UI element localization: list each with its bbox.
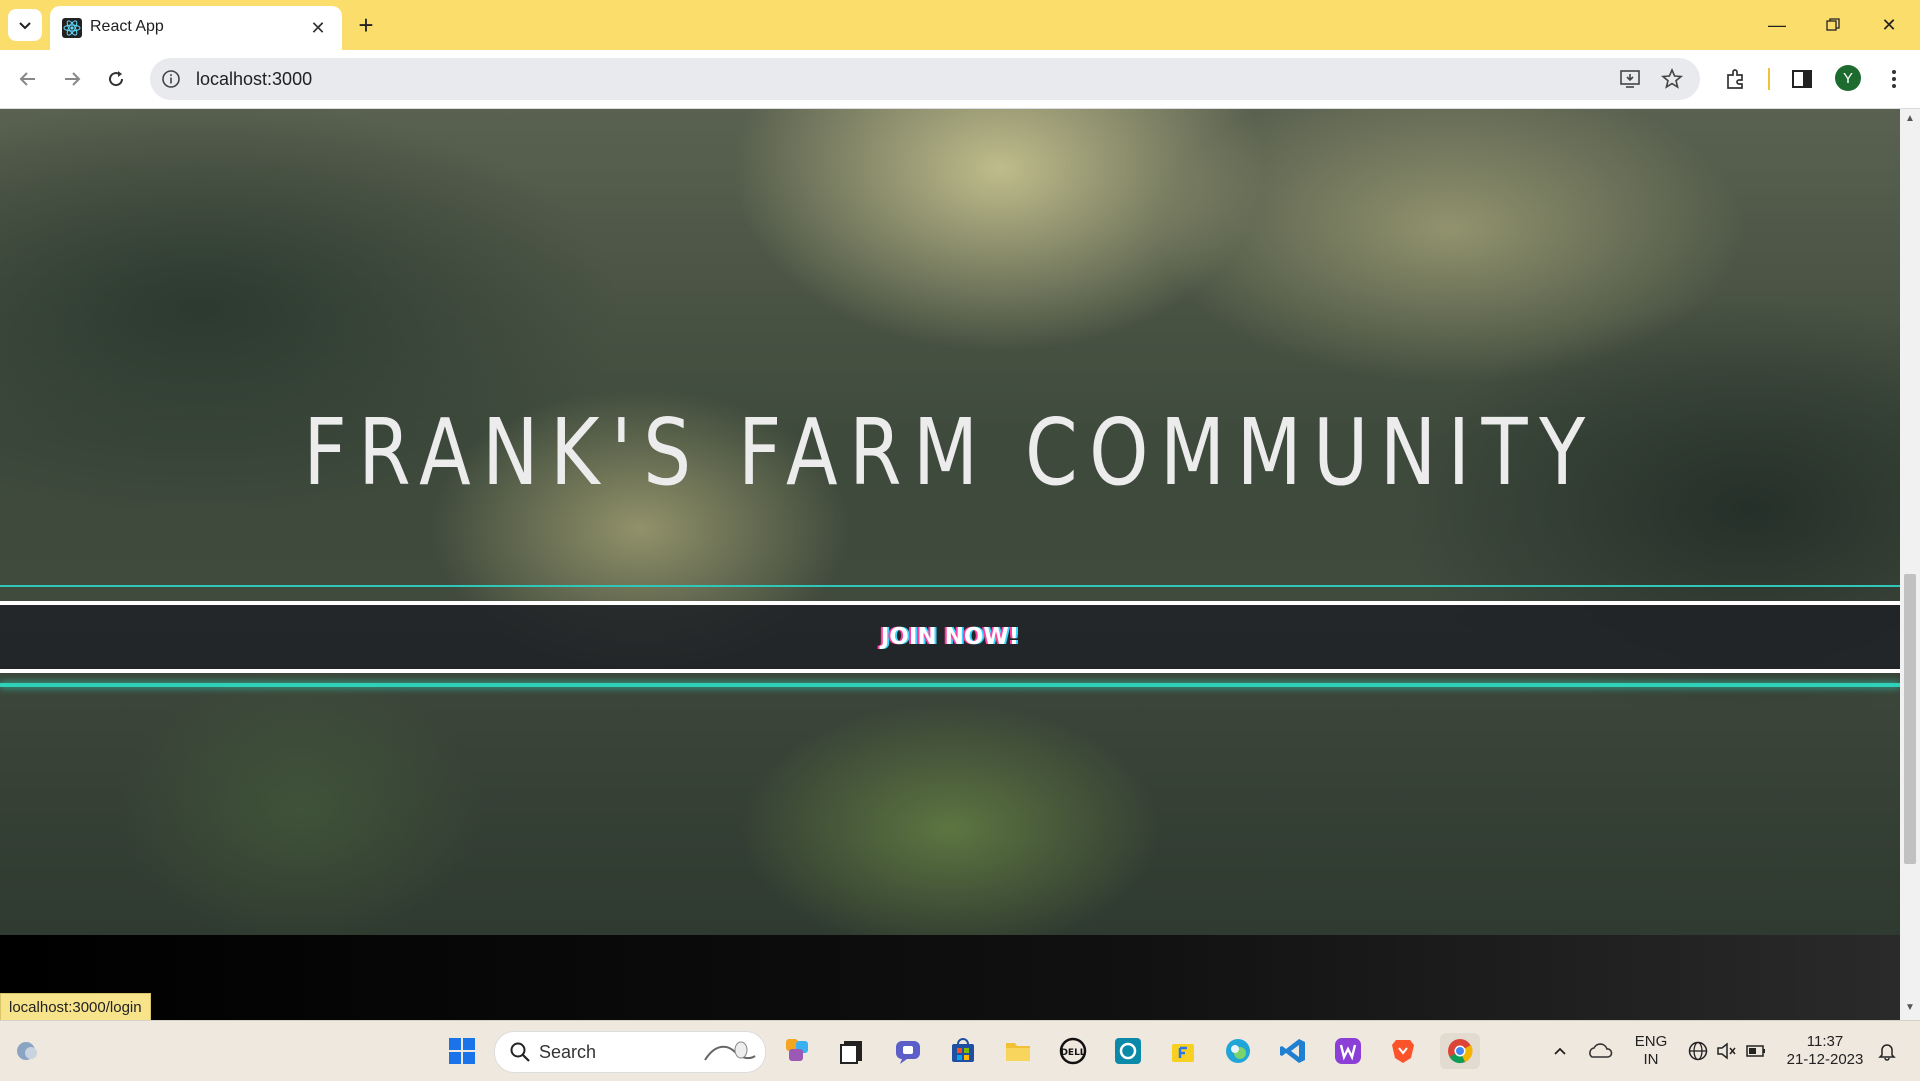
toolbar-separator: [1768, 68, 1770, 90]
copilot-icon[interactable]: [780, 1033, 816, 1069]
hero-section: FRANK'S FARM COMMUNITY JOIN NOW!: [0, 109, 1900, 935]
back-button[interactable]: [12, 63, 44, 95]
restore-button[interactable]: [1810, 10, 1856, 40]
clock-time: 11:37: [1806, 1033, 1844, 1050]
taskbar-search[interactable]: Search: [494, 1031, 766, 1073]
browser-toolbar: localhost:3000 Y: [0, 50, 1920, 109]
url-text: localhost:3000: [196, 69, 313, 89]
page-scrollbar[interactable]: ▲ ▼: [1900, 109, 1920, 1020]
dell-icon[interactable]: DELL: [1055, 1033, 1091, 1069]
search-icon: [510, 1042, 530, 1062]
page-viewport: FRANK'S FARM COMMUNITY JOIN NOW!: [0, 109, 1900, 1020]
new-tab-button[interactable]: +: [352, 10, 380, 40]
scroll-up-icon[interactable]: ▲: [1904, 113, 1916, 125]
support-assist-icon[interactable]: [1110, 1033, 1146, 1069]
browser-titlebar: React App ✕ + — ✕: [0, 0, 1920, 50]
page-footer: [0, 935, 1900, 1020]
close-window-button[interactable]: ✕: [1866, 10, 1912, 40]
reload-button[interactable]: [100, 63, 132, 95]
windows-icon: [449, 1038, 475, 1064]
start-button[interactable]: [444, 1033, 480, 1069]
accent-line-top: [0, 585, 1900, 587]
task-view-icon[interactable]: [834, 1033, 870, 1069]
more-menu-icon[interactable]: [1882, 67, 1906, 91]
extensions-icon[interactable]: [1724, 67, 1748, 91]
clock[interactable]: 11:37 21-12-2023: [1782, 1033, 1868, 1069]
close-tab-icon[interactable]: ✕: [306, 16, 330, 40]
vscode-icon[interactable]: [1275, 1033, 1311, 1069]
microsoft-store-icon[interactable]: [945, 1033, 981, 1069]
weather-icon[interactable]: [10, 1033, 46, 1069]
install-app-icon[interactable]: [1618, 67, 1642, 91]
chevron-down-icon: [19, 22, 31, 30]
side-panel-icon[interactable]: [1790, 67, 1814, 91]
svg-text:DELL: DELL: [1060, 1048, 1085, 1058]
accent-glow-line: [0, 683, 1900, 687]
info-icon[interactable]: [160, 68, 182, 90]
arrow-right-icon: [65, 72, 81, 86]
search-highlight-icon: [704, 1041, 756, 1061]
onedrive-icon[interactable]: [1584, 1033, 1616, 1069]
arrow-left-icon: [19, 72, 35, 86]
profile-avatar[interactable]: Y: [1835, 65, 1861, 91]
wondershare-icon[interactable]: [1330, 1033, 1366, 1069]
notifications-icon[interactable]: [1872, 1033, 1902, 1069]
tab-search-button[interactable]: [8, 9, 42, 41]
show-hidden-icons-button[interactable]: [1545, 1033, 1575, 1069]
link-status-bubble: localhost:3000/login: [0, 993, 151, 1021]
reload-icon: [109, 71, 124, 87]
language-code: ENG: [1634, 1033, 1668, 1050]
scroll-thumb[interactable]: [1904, 574, 1916, 864]
chrome-icon[interactable]: [1440, 1033, 1480, 1069]
windows-taskbar: Search DELL ENG IN 11:37 21-12-2023: [0, 1020, 1920, 1081]
teams-icon[interactable]: [890, 1033, 926, 1069]
flipkart-icon[interactable]: [1165, 1033, 1201, 1069]
tab-title: React App: [90, 18, 164, 35]
battery-icon[interactable]: [1740, 1033, 1772, 1069]
clock-date: 21-12-2023: [1786, 1051, 1864, 1068]
bookmark-star-icon[interactable]: [1660, 67, 1684, 91]
scroll-down-icon[interactable]: ▼: [1904, 1002, 1916, 1014]
browser-tab[interactable]: React App ✕: [50, 6, 342, 50]
language-indicator[interactable]: ENG IN: [1628, 1033, 1674, 1069]
minimize-button[interactable]: —: [1754, 10, 1800, 40]
join-bar: JOIN NOW!: [0, 601, 1900, 673]
address-bar[interactable]: localhost:3000: [150, 58, 1700, 100]
volume-muted-icon[interactable]: [1710, 1033, 1742, 1069]
forward-button[interactable]: [56, 63, 88, 95]
region-code: IN: [1643, 1051, 1659, 1068]
file-explorer-icon[interactable]: [1000, 1033, 1036, 1069]
react-icon: [62, 18, 82, 38]
edge-icon[interactable]: [1220, 1033, 1256, 1069]
restore-icon: [1826, 18, 1840, 31]
brave-icon[interactable]: [1385, 1033, 1421, 1069]
search-placeholder: Search: [539, 1042, 597, 1062]
hero-title: FRANK'S FARM COMMUNITY: [303, 399, 1597, 506]
join-now-button[interactable]: JOIN NOW!: [0, 605, 1900, 669]
